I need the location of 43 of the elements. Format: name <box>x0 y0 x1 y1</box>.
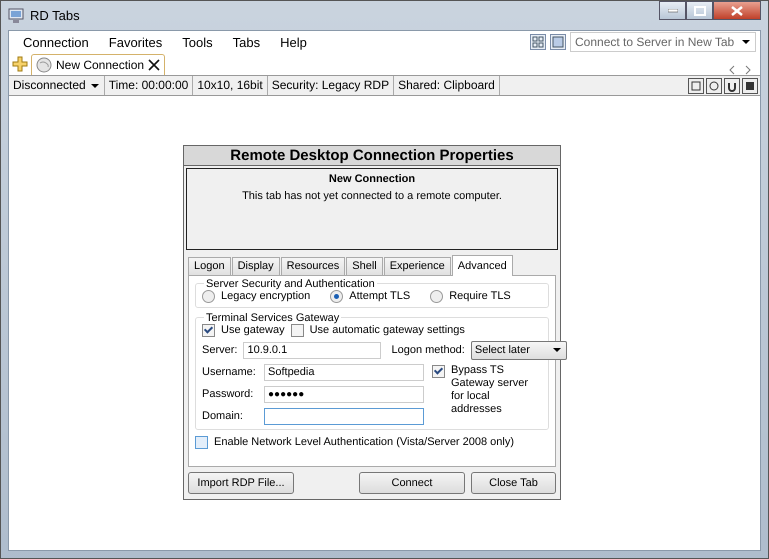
window-title: RD Tabs <box>30 8 80 23</box>
field-label: Domain: <box>202 410 244 422</box>
dialog-tab[interactable]: Advanced <box>452 254 513 276</box>
dialog-button[interactable]: Close Tab <box>471 472 556 494</box>
checkbox-label: Enable Network Level Authentication (Vista/Server 2008 only) <box>214 436 514 448</box>
field-label: Password: <box>202 388 254 400</box>
radio-label: Legacy encryption <box>221 290 310 302</box>
state-dropdown[interactable]: Disconnected <box>9 76 105 95</box>
group-legend: Server Security and Authentication <box>204 278 377 290</box>
status-field: 10x10, 16bit <box>193 76 268 95</box>
header-message: This tab has not yet connected to a remote computer. <box>242 190 502 202</box>
dialog-button[interactable]: Import RDP File... <box>188 472 294 494</box>
menu-item[interactable]: Tabs <box>222 34 270 50</box>
menu-item[interactable]: Tools <box>172 34 223 50</box>
group-legend: Terminal Services Gateway <box>204 312 342 324</box>
menu-item[interactable]: Connection <box>13 34 99 50</box>
dialog-tab[interactable]: Shell <box>346 256 383 275</box>
dialog-tab[interactable]: Experience <box>384 256 451 275</box>
username-field[interactable]: Softpedia <box>264 364 424 381</box>
connect-combo[interactable]: Connect to Server in New Tab <box>570 32 756 52</box>
field-label: Server: <box>202 344 238 356</box>
dialog-tab[interactable]: Resources <box>280 256 346 275</box>
radio-label: Attempt TLS <box>349 290 410 302</box>
password-field[interactable]: ●●●●●● <box>264 386 424 403</box>
menu-item[interactable]: Help <box>270 34 317 50</box>
dialog-tab[interactable]: Logon <box>188 256 231 275</box>
server-field[interactable]: 10.9.0.1 <box>243 342 382 359</box>
logon-method-dropdown[interactable]: Select later <box>470 340 567 360</box>
checkbox-label: Bypass TS Gateway server for local addresses <box>451 364 530 416</box>
field-label: Username: <box>202 366 257 378</box>
status-field: Shared: Clipboard <box>394 76 500 95</box>
header-title: New Connection <box>328 173 416 185</box>
dialog-button[interactable]: Connect <box>359 472 465 494</box>
connection-tab[interactable]: New Connection <box>31 54 166 75</box>
menu-item[interactable]: Favorites <box>98 34 172 50</box>
checkbox-label: Use gateway <box>221 324 285 336</box>
status-field: Time: 00:00:00 <box>104 76 194 95</box>
dialog-tab[interactable]: Display <box>232 256 280 275</box>
dialog-title: Remote Desktop Connection Properties <box>184 146 560 166</box>
radio-label: Require TLS <box>449 290 511 302</box>
field-label: Logon method: <box>391 344 465 356</box>
checkbox-label: Use automatic gateway settings <box>310 324 465 336</box>
status-field: Security: Legacy RDP <box>268 76 394 95</box>
